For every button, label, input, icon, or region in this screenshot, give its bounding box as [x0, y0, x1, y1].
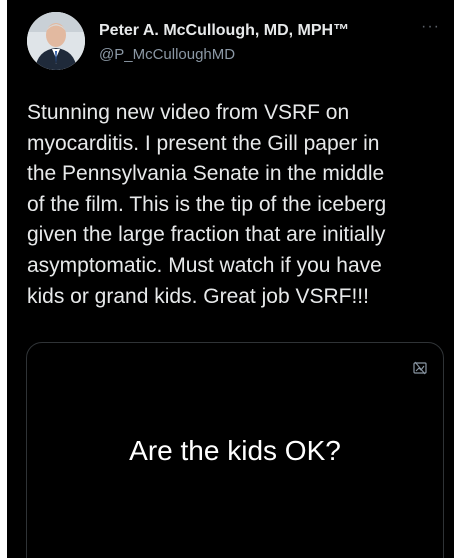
author-display-name[interactable]: Peter A. McCullough, MD, MPH™ [99, 22, 349, 40]
avatar[interactable]: . [27, 12, 85, 70]
broken-image-icon [413, 361, 427, 375]
media-card[interactable]: Are the kids OK? [26, 342, 444, 558]
svg-text:.: . [55, 60, 56, 65]
media-title: Are the kids OK? [129, 435, 341, 466]
tweet-text: Stunning new video from VSRF on myocardi… [27, 101, 387, 308]
author-handle[interactable]: @P_McCulloughMD [99, 46, 235, 63]
tweet-card: . Peter A. McCullough, MD, MPH™ @P_McCul… [7, 0, 454, 558]
more-options-icon[interactable]: ··· [421, 18, 440, 36]
